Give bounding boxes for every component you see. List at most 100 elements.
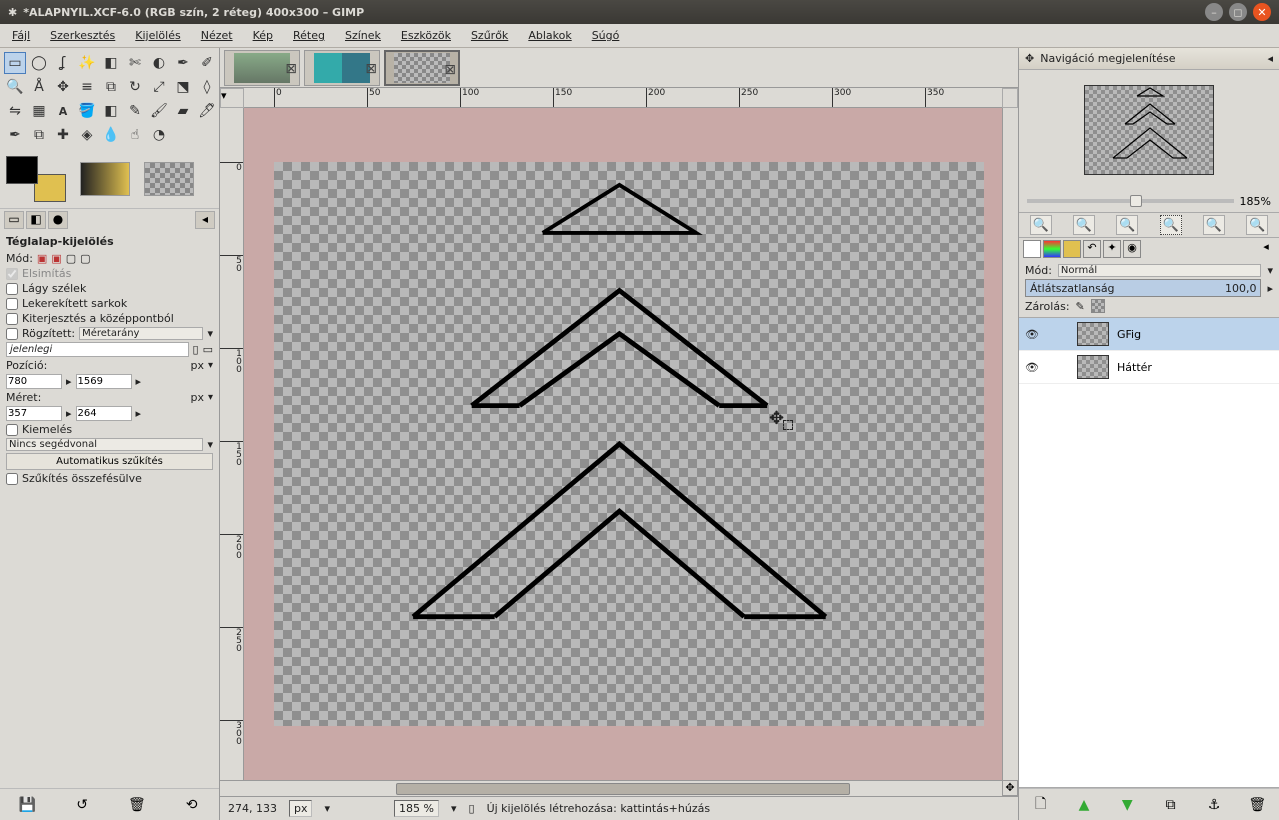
eraser-tool[interactable]: ▰ [172, 100, 194, 122]
doc-tab-2[interactable]: ⊠ [304, 50, 380, 86]
vertical-scrollbar[interactable] [1002, 108, 1018, 780]
layer-up-icon[interactable]: ▲ [1075, 796, 1093, 814]
tab-menu-icon[interactable]: ◂ [195, 211, 215, 229]
fg-bg-colors[interactable] [6, 156, 66, 202]
fixed-checkbox[interactable] [6, 328, 18, 340]
shrink-wrap-icon[interactable]: 🔍 [1246, 215, 1268, 235]
channels-tab-icon[interactable] [1043, 240, 1061, 258]
move-tool[interactable]: ✥ [52, 76, 74, 98]
zoom-slider[interactable] [1027, 199, 1234, 203]
antialias-checkbox[interactable] [6, 268, 18, 280]
rotate-tool[interactable]: ↻ [124, 76, 146, 98]
zoom-fit-icon[interactable]: 🔍 [1160, 215, 1182, 235]
clone-tool[interactable]: ⧉ [28, 124, 50, 146]
dock-tab-menu-icon[interactable]: ◂ [1257, 240, 1275, 258]
ellipse-select-tool[interactable]: ◯ [28, 52, 50, 74]
dodge-tool[interactable]: ◔ [148, 124, 170, 146]
bucket-tool[interactable]: 🪣 [76, 100, 98, 122]
ruler-vertical[interactable]: 0 50 100 150 200 250 300 [220, 108, 244, 780]
reset-options-icon[interactable]: ⟲ [183, 796, 201, 814]
coord-unit-select[interactable]: px [289, 800, 313, 817]
anchor-layer-icon[interactable]: ⚓ [1205, 796, 1223, 814]
navigate-icon[interactable]: ✥ [1002, 780, 1018, 796]
paths-tab-icon[interactable] [1063, 240, 1081, 258]
autoshrink-button[interactable]: Automatikus szűkítés [6, 453, 213, 470]
rounded-checkbox[interactable] [6, 298, 18, 310]
tool-options-tab[interactable]: ▭ [4, 211, 24, 229]
highlight-checkbox[interactable] [6, 424, 18, 436]
horizontal-scrollbar[interactable] [244, 780, 1002, 796]
fixed-mode-select[interactable]: Méretarány [79, 327, 203, 340]
canvas-viewport[interactable]: ✥ [244, 108, 1002, 780]
canvas[interactable] [274, 162, 984, 726]
crop-tool[interactable]: ⧉ [100, 76, 122, 98]
ruler-horizontal[interactable]: 0 50 100 150 200 250 300 350 400 [244, 88, 1002, 108]
merged-checkbox[interactable] [6, 473, 18, 485]
save-options-icon[interactable]: 💾 [18, 796, 36, 814]
perspective-tool[interactable]: ◊ [196, 76, 218, 98]
pencil-tool[interactable]: ✎ [124, 100, 146, 122]
duplicate-layer-icon[interactable]: ⧉ [1162, 796, 1180, 814]
paths-tool[interactable]: ✒ [172, 52, 194, 74]
mode-sub-icon[interactable]: ▢ [66, 252, 76, 265]
measure-tool[interactable]: Å [28, 76, 50, 98]
navigation-preview[interactable] [1019, 70, 1279, 190]
guides-select[interactable]: Nincs segédvonal [6, 438, 203, 451]
undo-tab-icon[interactable]: ↶ [1083, 240, 1101, 258]
close-tab-3-icon[interactable]: ⊠ [444, 62, 456, 78]
menu-edit[interactable]: Szerkesztés [42, 27, 123, 44]
zoom-in-icon[interactable]: 🔍 [1073, 215, 1095, 235]
doc-tab-3[interactable]: ⊠ [384, 50, 460, 86]
menu-layer[interactable]: Réteg [285, 27, 333, 44]
new-layer-icon[interactable]: 🗋 [1032, 796, 1050, 814]
close-tab-1-icon[interactable]: ⊠ [285, 61, 297, 77]
expand-checkbox[interactable] [6, 313, 18, 325]
zoom-out-icon[interactable]: 🔍 [1030, 215, 1052, 235]
zoom-select[interactable]: 185 % [394, 800, 439, 817]
layer-mode-select[interactable]: Normál [1058, 264, 1262, 277]
aspect-entry[interactable]: jelenlegi [6, 342, 189, 357]
blur-tool[interactable]: 💧 [100, 124, 122, 146]
size-y-input[interactable] [76, 406, 132, 421]
brushes-tab[interactable]: ● [48, 211, 68, 229]
delete-layer-icon[interactable]: 🗑 [1248, 796, 1266, 814]
scissors-tool[interactable]: ✄ [124, 52, 146, 74]
pointer-tab-icon[interactable]: ◉ [1123, 240, 1141, 258]
layers-tab-icon[interactable] [1023, 240, 1041, 258]
ruler-corner[interactable]: ▾ [220, 88, 244, 108]
airbrush-tool[interactable]: 🖊 [196, 100, 218, 122]
size-x-input[interactable] [6, 406, 62, 421]
menu-view[interactable]: Nézet [193, 27, 241, 44]
maximize-button[interactable]: ◻ [1229, 3, 1247, 21]
doc-tab-1[interactable]: ⊠ [224, 50, 300, 86]
lock-pixels-icon[interactable]: ✎ [1076, 300, 1085, 313]
dock-menu-icon[interactable]: ◂ [1267, 52, 1273, 65]
paintbrush-tool[interactable]: 🖌 [148, 100, 170, 122]
portrait-icon[interactable]: ▯ [193, 343, 199, 356]
size-unit[interactable]: px [190, 391, 204, 404]
mode-replace-icon[interactable]: ▣ [37, 252, 47, 265]
pos-unit[interactable]: px [190, 359, 204, 372]
layer-down-icon[interactable]: ▼ [1118, 796, 1136, 814]
delete-options-icon[interactable]: 🗑 [128, 796, 146, 814]
menu-select[interactable]: Kijelölés [127, 27, 188, 44]
pos-y-input[interactable] [76, 374, 132, 389]
histogram-tab-icon[interactable]: ✦ [1103, 240, 1121, 258]
layer-name[interactable]: GFig [1117, 328, 1141, 341]
shear-tool[interactable]: ⬔ [172, 76, 194, 98]
menu-colors[interactable]: Színek [337, 27, 389, 44]
mode-add-icon[interactable]: ▣ [51, 252, 61, 265]
visibility-icon[interactable]: 👁 [1025, 361, 1041, 374]
feather-checkbox[interactable] [6, 283, 18, 295]
blend-tool[interactable]: ◧ [100, 100, 122, 122]
layer-item-hatter[interactable]: 👁 Háttér [1019, 351, 1279, 384]
color-picker-tool[interactable]: ✐ [196, 52, 218, 74]
smudge-tool[interactable]: ☝ [124, 124, 146, 146]
perspective-clone-tool[interactable]: ◈ [76, 124, 98, 146]
lock-alpha-icon[interactable] [1091, 299, 1105, 313]
minimize-button[interactable]: – [1205, 3, 1223, 21]
landscape-icon[interactable]: ▭ [203, 343, 213, 356]
visibility-icon[interactable]: 👁 [1025, 328, 1041, 341]
restore-options-icon[interactable]: ↺ [73, 796, 91, 814]
pos-x-input[interactable] [6, 374, 62, 389]
